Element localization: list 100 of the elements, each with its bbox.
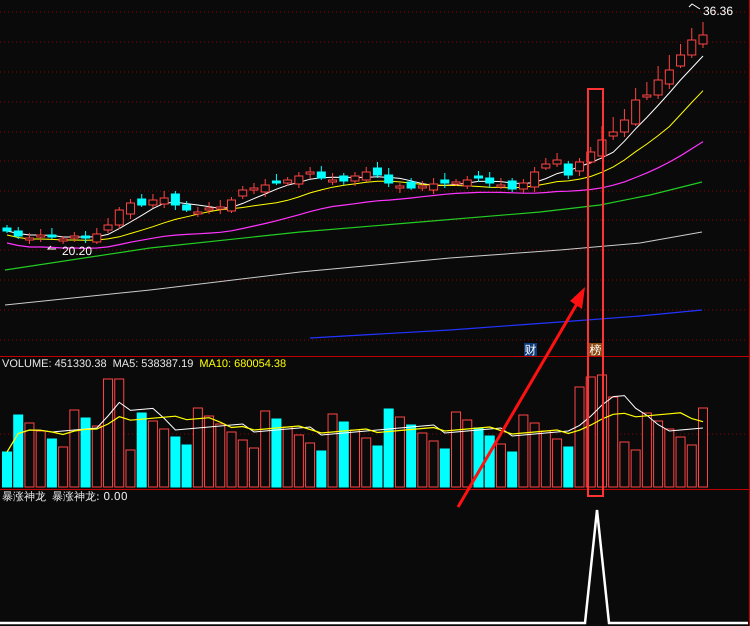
candle <box>316 166 326 180</box>
candle <box>462 176 472 190</box>
volume-bar <box>215 424 226 488</box>
candle <box>552 152 562 168</box>
volume-bar <box>653 420 664 488</box>
volume-bar <box>148 420 158 488</box>
candle <box>362 166 371 182</box>
indicator-reading: 暴涨神龙: 0.00 <box>52 490 128 504</box>
volume-bar <box>36 430 46 488</box>
candle <box>47 228 56 240</box>
candle <box>440 172 450 188</box>
candle <box>92 228 102 244</box>
volume-bar <box>238 440 248 488</box>
volume-bar <box>282 426 293 488</box>
candle <box>36 228 46 242</box>
candle <box>620 108 629 138</box>
candle <box>216 200 225 214</box>
candle <box>575 158 584 176</box>
candle <box>81 230 90 244</box>
candle <box>676 44 686 68</box>
candle <box>372 162 382 178</box>
candle <box>238 186 248 200</box>
ma10-reading: MA10: 680054.38 <box>199 357 286 371</box>
leader-line <box>46 246 56 250</box>
candle <box>518 178 528 194</box>
volume-bar <box>46 438 57 488</box>
volume-bar <box>338 422 349 488</box>
candle <box>283 176 292 186</box>
candle <box>586 146 596 164</box>
volume-bar <box>417 432 428 488</box>
volume-bar <box>170 436 180 488</box>
indicator-name: 暴涨神龙 <box>2 490 46 504</box>
candle <box>114 206 124 230</box>
volume-bar <box>552 438 562 488</box>
volume-bar <box>305 442 316 488</box>
candle <box>204 202 214 214</box>
candle <box>306 166 315 180</box>
candle <box>508 178 517 192</box>
candle <box>654 66 663 100</box>
price-label: 20.20 <box>62 244 92 258</box>
candle <box>474 170 483 182</box>
candle <box>541 158 550 170</box>
candle <box>260 178 270 198</box>
candle <box>182 200 192 212</box>
candle <box>687 28 696 58</box>
volume-bar <box>204 416 214 488</box>
volume-bar <box>80 418 91 488</box>
candle <box>294 172 304 188</box>
candle <box>350 172 360 186</box>
candle <box>530 166 540 192</box>
candle <box>193 206 202 218</box>
volume-reading: VOLUME: 451330.38 <box>2 357 107 371</box>
candle <box>104 218 113 234</box>
volume-bar <box>496 444 506 488</box>
candle <box>272 174 281 186</box>
volume-bar <box>350 430 360 488</box>
candle <box>418 180 427 192</box>
candle <box>339 172 348 186</box>
candle <box>70 232 79 242</box>
candle <box>452 178 461 186</box>
volume-bar <box>226 432 237 488</box>
candle <box>664 54 674 90</box>
leader-line <box>688 3 700 10</box>
candle <box>597 126 606 160</box>
volume-bar <box>664 428 674 488</box>
candle <box>485 172 494 188</box>
candle <box>227 196 236 214</box>
candle <box>14 226 23 240</box>
volume-bar <box>394 416 405 488</box>
candle <box>24 232 34 244</box>
candle <box>496 178 506 190</box>
candle <box>384 168 394 188</box>
candle <box>631 88 640 126</box>
event-marker: 财 <box>524 343 536 356</box>
volume-bar <box>159 428 170 488</box>
ma5-reading: MA5: 538387.19 <box>112 357 194 371</box>
candle <box>148 194 158 208</box>
volume-bar <box>530 422 540 488</box>
volume-bar <box>24 422 34 488</box>
volume-bar <box>540 430 551 488</box>
candle <box>2 224 12 234</box>
candle <box>170 190 180 210</box>
candle <box>249 182 258 194</box>
candle <box>698 22 708 48</box>
candle <box>126 198 135 220</box>
candle <box>58 236 68 244</box>
volume-bar <box>676 436 686 488</box>
candle <box>608 116 618 140</box>
price-label: 36.36 <box>703 4 734 18</box>
volume-bar <box>462 420 472 488</box>
candle <box>406 178 416 190</box>
volume-bar <box>406 424 416 488</box>
candle <box>160 190 169 208</box>
volume-bar <box>428 440 439 488</box>
volume-bar <box>361 438 372 488</box>
volume-bar <box>271 418 282 488</box>
candle <box>137 194 146 208</box>
event-marker: 榜 <box>590 343 602 356</box>
candle <box>429 178 438 194</box>
candle <box>328 172 338 186</box>
